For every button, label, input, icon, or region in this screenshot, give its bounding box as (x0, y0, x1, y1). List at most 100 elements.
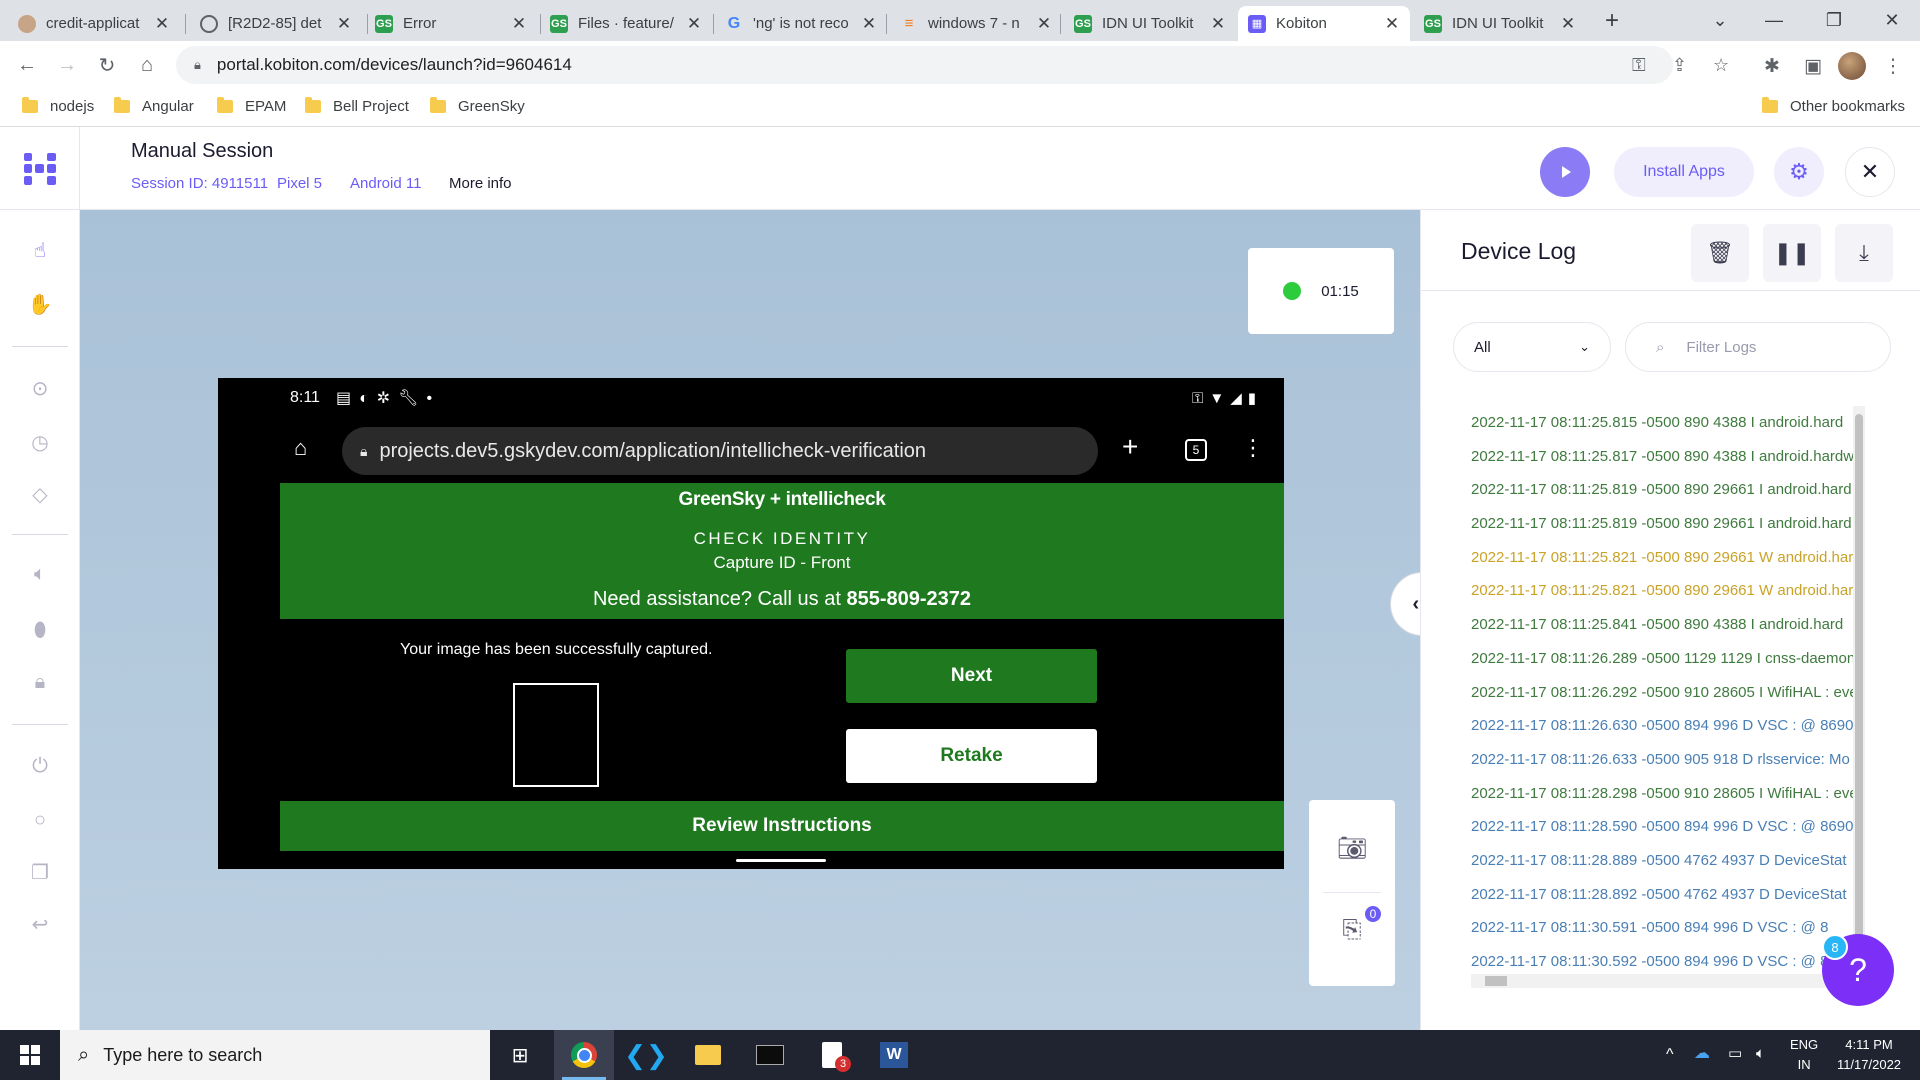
device-screen[interactable]: 8:11 ▤◐✲🔧︎• ⚿▼◢▮ ⌂ 🔒︎ projects.dev5.gsky… (218, 378, 1284, 869)
address-bar[interactable]: 🔒︎ portal.kobiton.com/devices/launch?id=… (176, 46, 1673, 84)
close-tab-icon[interactable]: ✕ (1384, 14, 1400, 34)
bug-icon[interactable]: ⬮ (24, 614, 56, 646)
lock-icon[interactable]: 🔒︎ (24, 666, 56, 698)
kobiton-logo[interactable] (0, 127, 80, 210)
log-level-select[interactable]: All ⌄ (1453, 322, 1611, 372)
mobile-tab-count[interactable]: 5 (1185, 439, 1207, 461)
mobile-home-icon[interactable]: ⌂ (294, 435, 307, 461)
home-icon[interactable]: ⌂ (130, 48, 164, 82)
recent-apps-icon[interactable]: ❐ (24, 856, 56, 888)
record-play-button[interactable] (1540, 147, 1590, 197)
close-tab-icon[interactable]: ✕ (511, 14, 527, 34)
browser-tab[interactable]: G 'ng' is not reco ✕ (715, 6, 887, 41)
mobile-new-tab-icon[interactable]: + (1122, 431, 1138, 463)
bookmark-folder[interactable]: Angular (114, 97, 194, 115)
assistance-phone[interactable]: 855-809-2372 (846, 588, 971, 610)
browser-tab[interactable]: [R2D2-85] det ✕ (190, 6, 362, 41)
mobile-address-bar[interactable]: 🔒︎ projects.dev5.gskydev.com/application… (342, 427, 1098, 475)
log-vertical-scrollbar[interactable] (1853, 406, 1865, 968)
download-log-button[interactable]: ⤓ (1835, 224, 1893, 282)
close-tab-icon[interactable]: ✕ (1210, 14, 1226, 34)
profile-avatar[interactable] (1838, 52, 1866, 80)
browser-tab-active[interactable]: ▦ Kobiton ✕ (1238, 6, 1410, 41)
browser-tab[interactable]: GS IDN UI Toolkit ✕ (1414, 6, 1586, 41)
clear-log-button[interactable]: 🗑︎ (1691, 224, 1749, 282)
key-icon[interactable]: ⚿ (1632, 55, 1646, 76)
mobile-menu-icon[interactable]: ⋮ (1242, 435, 1264, 461)
forward-arrow-icon[interactable]: → (50, 48, 84, 82)
file-explorer-taskbar-icon[interactable] (678, 1030, 738, 1080)
window-close-button[interactable]: ✕ (1864, 0, 1920, 41)
tray-chevron-icon[interactable]: ^ (1666, 1045, 1674, 1065)
language-indicator[interactable]: ENG IN (1790, 1035, 1818, 1075)
network-icon[interactable]: ▭ (1728, 1044, 1742, 1064)
capture-success-message: Your image has been successfully capture… (400, 641, 713, 658)
bookmark-folder[interactable]: nodejs (22, 97, 94, 115)
close-tab-icon[interactable]: ✕ (686, 14, 702, 34)
browser-tab[interactable]: ≡ windows 7 - n ✕ (890, 6, 1062, 41)
taskbar-search[interactable]: ⌕ Type here to search (60, 1030, 490, 1080)
volume-icon[interactable]: 🔈︎ (1756, 1044, 1765, 1064)
clock[interactable]: 4:11 PM 11/17/2022 (1832, 1035, 1906, 1075)
document-taskbar-icon[interactable]: 3 (802, 1030, 862, 1080)
share-icon[interactable]: ⇪ (1672, 55, 1687, 76)
browser-menu-icon[interactable]: ⋮ (1878, 51, 1908, 81)
close-session-button[interactable]: ✕ (1845, 147, 1895, 197)
rotate-icon[interactable]: ◇ (24, 478, 56, 510)
onedrive-icon[interactable]: ☁ (1694, 1044, 1710, 1064)
browser-tab[interactable]: GS Files · feature/ ✕ (540, 6, 712, 41)
bookmark-star-icon[interactable]: ☆ (1713, 55, 1729, 76)
side-panel-icon[interactable]: ▣ (1798, 51, 1828, 81)
bookmarks-bar: nodejs Angular EPAM Bell Project GreenSk… (0, 90, 1920, 127)
extensions-icon[interactable]: ✱ (1757, 51, 1787, 81)
more-info-link[interactable]: More info (449, 175, 512, 192)
task-view-icon[interactable]: ⊞ (490, 1030, 550, 1080)
bookmark-folder[interactable]: EPAM (217, 97, 286, 115)
log-header-divider (1421, 290, 1920, 291)
tab-search-chevron-icon[interactable]: ⌄ (1692, 0, 1748, 41)
back-arrow-icon[interactable]: ← (10, 48, 44, 82)
next-button[interactable]: Next (846, 649, 1097, 703)
location-icon[interactable]: ⊙ (24, 372, 56, 404)
volume-icon[interactable]: 🔈︎ (24, 558, 56, 590)
bookmark-folder[interactable]: Bell Project (305, 97, 409, 115)
close-tab-icon[interactable]: ✕ (154, 14, 170, 34)
settings-button[interactable]: ⚙ (1774, 147, 1824, 197)
home-circle-icon[interactable]: ○ (24, 804, 56, 836)
close-tab-icon[interactable]: ✕ (1036, 14, 1052, 34)
other-bookmarks[interactable]: Other bookmarks (1762, 97, 1905, 115)
filter-logs-input[interactable] (1686, 338, 1867, 356)
reload-icon[interactable]: ↻ (90, 48, 124, 82)
start-button[interactable] (0, 1030, 60, 1080)
close-tab-icon[interactable]: ✕ (1560, 14, 1576, 34)
close-tab-icon[interactable]: ✕ (861, 14, 877, 34)
log-horizontal-scrollbar[interactable] (1471, 974, 1851, 988)
clock-icon[interactable]: ◷ (24, 426, 56, 458)
pause-log-button[interactable]: ❚❚ (1763, 224, 1821, 282)
install-apps-button[interactable]: Install Apps (1614, 147, 1754, 197)
browser-tab[interactable]: GS Error ✕ (365, 6, 537, 41)
screenshot-camera-icon[interactable]: 📷︎ (1334, 830, 1370, 866)
browser-tab[interactable]: credit-applicat ✕ (8, 6, 180, 41)
browser-tab[interactable]: GS IDN UI Toolkit ✕ (1064, 6, 1236, 41)
terminal-icon (756, 1045, 784, 1065)
swipe-gesture-icon[interactable]: ✋ (24, 288, 56, 320)
close-tab-icon[interactable]: ✕ (336, 14, 352, 34)
log-lines[interactable]: 2022-11-17 08:11:25.815 -0500 890 4388 I… (1471, 406, 1871, 980)
gs-icon: GS (1424, 14, 1442, 33)
touch-gesture-icon[interactable]: ☝ (24, 234, 56, 266)
retake-button[interactable]: Retake (846, 729, 1097, 783)
log-filter-field[interactable]: ⌕ (1625, 322, 1891, 372)
back-icon[interactable]: ↩ (24, 908, 56, 940)
terminal-taskbar-icon[interactable] (740, 1030, 800, 1080)
vscode-taskbar-icon[interactable]: ❮❯ (616, 1030, 676, 1080)
word-taskbar-icon[interactable]: W (864, 1030, 924, 1080)
new-tab-button[interactable]: + (1584, 0, 1640, 41)
restore-button[interactable]: ❐ (1806, 0, 1862, 41)
chrome-taskbar-icon[interactable] (554, 1030, 614, 1080)
bookmark-folder[interactable]: GreenSky (430, 97, 525, 115)
gesture-home-bar[interactable] (736, 859, 826, 862)
power-icon[interactable]: ⏻ (24, 750, 56, 782)
review-instructions-button[interactable]: Review Instructions (280, 801, 1284, 851)
minimize-button[interactable]: — (1746, 0, 1802, 41)
